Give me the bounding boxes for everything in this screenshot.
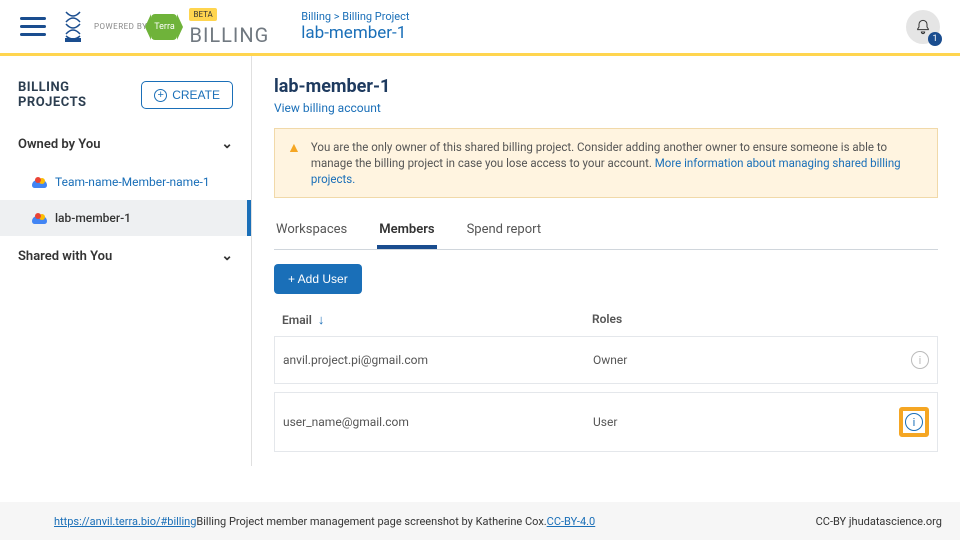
cell-role: User bbox=[593, 415, 899, 429]
footer-caption: https://anvil.terra.bio/#billing Billing… bbox=[0, 502, 960, 540]
terra-logo: Terra bbox=[151, 14, 177, 40]
sort-arrow-icon: ↓ bbox=[318, 312, 325, 328]
menu-hamburger[interactable] bbox=[20, 17, 46, 36]
view-billing-account-link[interactable]: View billing account bbox=[274, 101, 381, 115]
breadcrumb[interactable]: Billing > Billing Project bbox=[301, 10, 409, 23]
plus-icon: + bbox=[154, 89, 167, 102]
shared-section-toggle[interactable]: Shared with You⌄ bbox=[0, 236, 251, 276]
notifications-button[interactable]: 1 bbox=[906, 10, 940, 44]
bell-icon bbox=[915, 19, 931, 35]
highlight-box: i bbox=[899, 407, 929, 437]
header-project-name: lab-member-1 bbox=[301, 23, 409, 43]
footer-license-link[interactable]: CC-BY-4.0 bbox=[547, 515, 596, 528]
powered-by-label: POWERED BY bbox=[94, 22, 147, 31]
sidebar-project-item[interactable]: Team-name-Member-name-1 bbox=[0, 164, 251, 200]
cell-email: anvil.project.pi@gmail.com bbox=[283, 353, 593, 367]
table-row: anvil.project.pi@gmail.com Owner i bbox=[274, 336, 938, 384]
footer-attribution: CC-BY jhudatascience.org bbox=[816, 515, 942, 528]
row-info-button[interactable]: i bbox=[911, 351, 929, 369]
row-info-button[interactable]: i bbox=[905, 413, 923, 431]
app-title: BILLING bbox=[189, 23, 269, 47]
owned-section-toggle[interactable]: Owned by You⌄ bbox=[0, 124, 251, 164]
warning-notice: ▲ You are the only owner of this shared … bbox=[274, 128, 938, 198]
cell-role: Owner bbox=[593, 353, 911, 367]
beta-badge: BETA bbox=[189, 8, 216, 21]
page-title: lab-member-1 bbox=[274, 76, 938, 97]
warning-icon: ▲ bbox=[287, 139, 301, 187]
column-header-roles[interactable]: Roles bbox=[592, 312, 930, 328]
gcp-icon bbox=[32, 177, 47, 188]
notif-count: 1 bbox=[928, 32, 942, 46]
tab-workspaces[interactable]: Workspaces bbox=[274, 214, 349, 249]
add-user-button[interactable]: + Add User bbox=[274, 264, 362, 294]
chevron-down-icon: ⌄ bbox=[221, 248, 233, 264]
table-row: user_name@gmail.com User i bbox=[274, 392, 938, 452]
anvil-logo bbox=[62, 10, 84, 44]
tab-spend-report[interactable]: Spend report bbox=[465, 214, 544, 249]
sidebar-project-item-active[interactable]: lab-member-1 bbox=[0, 200, 251, 236]
footer-url-link[interactable]: https://anvil.terra.bio/#billing bbox=[54, 515, 196, 528]
create-button[interactable]: +CREATE bbox=[141, 81, 233, 109]
chevron-down-icon: ⌄ bbox=[221, 136, 233, 152]
cell-email: user_name@gmail.com bbox=[283, 415, 593, 429]
column-header-email[interactable]: Email↓ bbox=[282, 312, 592, 328]
app-title-block: BETA BILLING bbox=[189, 6, 269, 47]
gcp-icon bbox=[32, 213, 47, 224]
tab-members[interactable]: Members bbox=[377, 214, 436, 249]
sidebar-title: BILLING PROJECTS bbox=[18, 80, 141, 110]
